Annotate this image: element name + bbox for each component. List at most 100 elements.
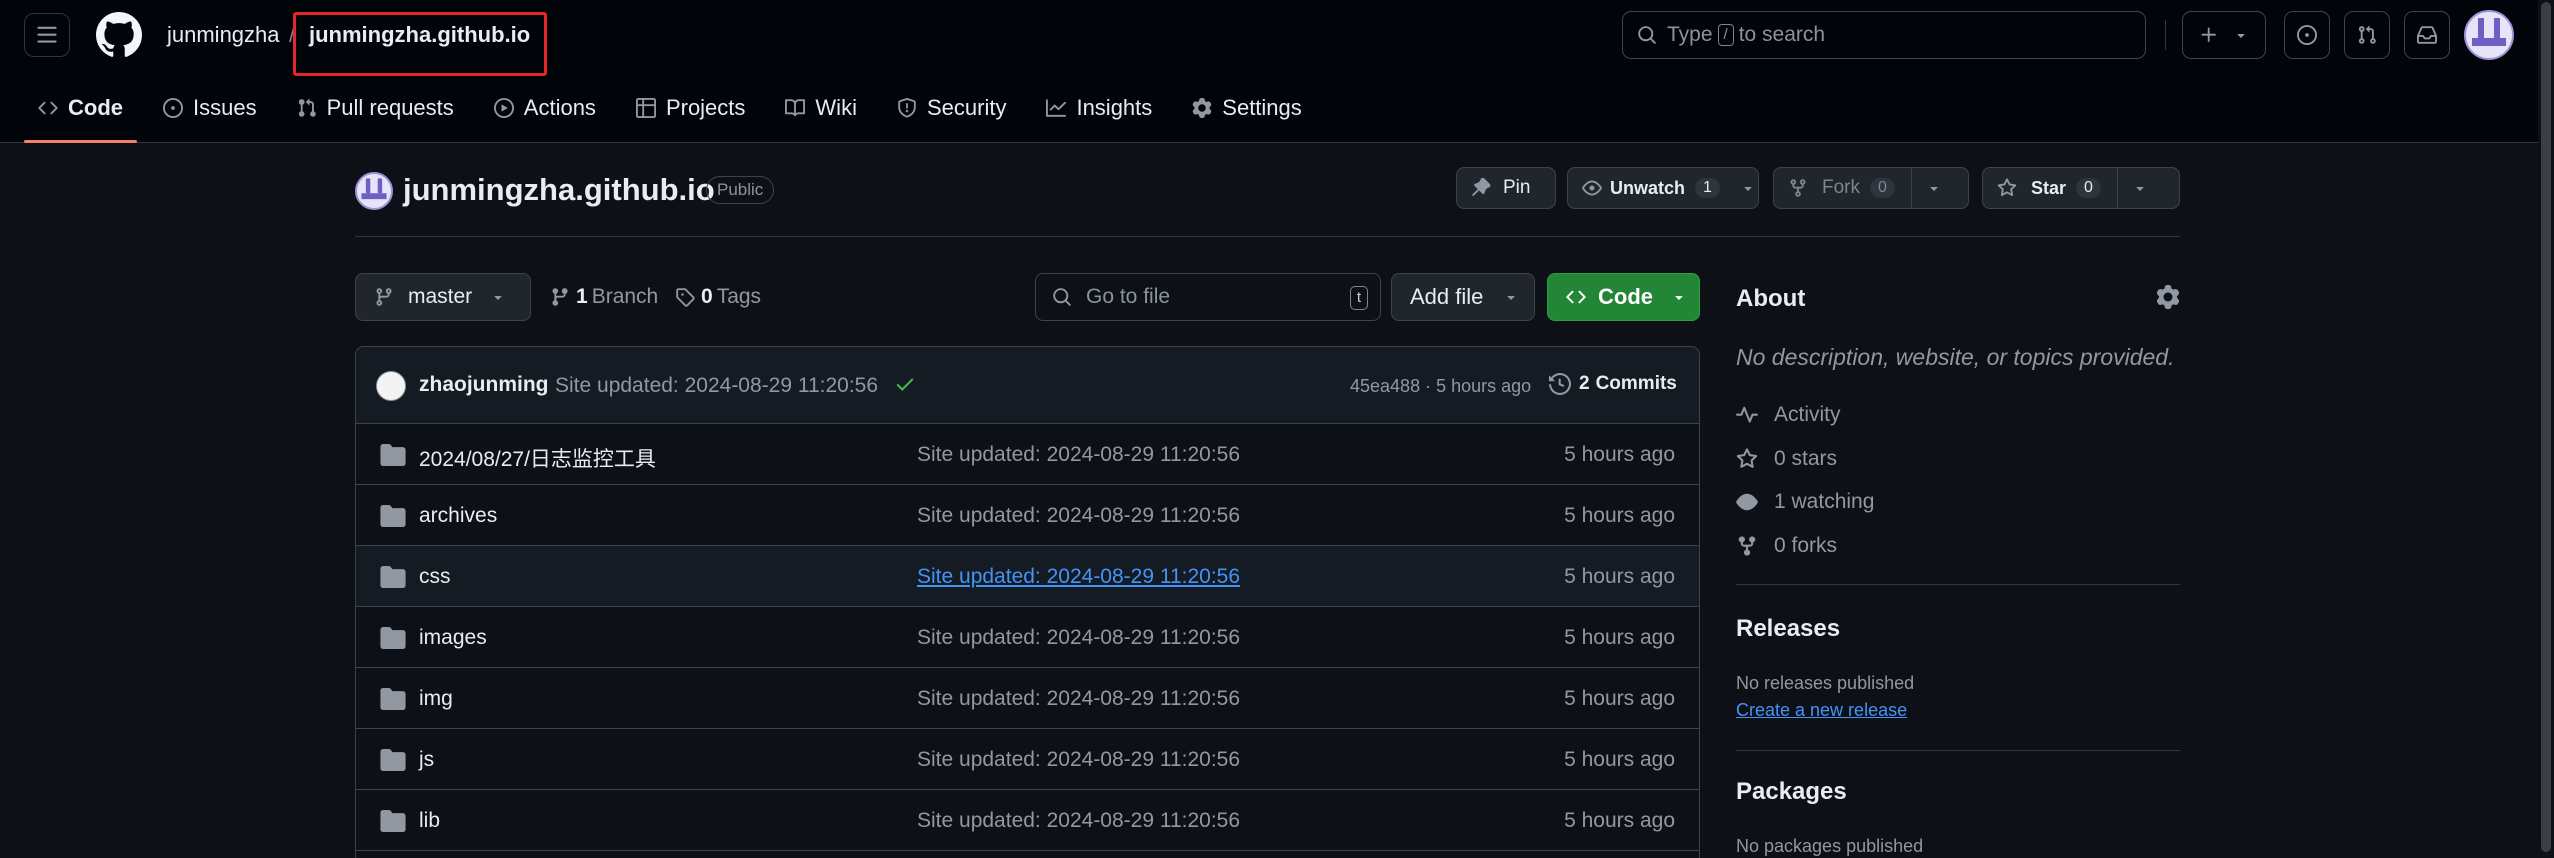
about-settings-button[interactable]: [2156, 285, 2180, 309]
commits-link[interactable]: 2 Commits: [1549, 373, 1677, 395]
tag-count: 0: [701, 285, 713, 308]
pull-requests-button[interactable]: [2344, 11, 2390, 59]
tab-issues[interactable]: Issues: [149, 88, 271, 128]
code-dropdown-button[interactable]: Code: [1547, 273, 1700, 321]
tab-settings[interactable]: Settings: [1178, 88, 1316, 128]
table-row[interactable]: images Site updated: 2024-08-29 11:20:56…: [356, 607, 1699, 668]
tab-wiki[interactable]: Wiki: [771, 88, 871, 128]
table-row[interactable]: 2024/08/27/日志监控工具 Site updated: 2024-08-…: [356, 424, 1699, 485]
file-commit-message[interactable]: Site updated: 2024-08-29 11:20:56: [917, 565, 1240, 589]
pin-button[interactable]: Pin: [1456, 167, 1556, 209]
file-commit-message[interactable]: Site updated: 2024-08-29 11:20:56: [917, 748, 1240, 772]
tags-link[interactable]: 0 Tags: [675, 285, 761, 309]
commit-hash-time[interactable]: 45ea488 · 5 hours ago: [1350, 376, 1531, 397]
star-label: Star: [2031, 177, 2067, 198]
tab-label: Settings: [1222, 95, 1302, 120]
check-icon[interactable]: [894, 373, 916, 395]
commit-author[interactable]: zhaojunming: [419, 373, 549, 397]
repo-title[interactable]: junmingzha.github.io: [403, 172, 715, 208]
github-logo-icon[interactable]: [96, 12, 142, 58]
file-commit-message[interactable]: Site updated: 2024-08-29 11:20:56: [917, 687, 1240, 711]
table-row[interactable]: css Site updated: 2024-08-29 11:20:56 5 …: [356, 546, 1699, 607]
no-packages-text: No packages published: [1736, 836, 1924, 856]
watching-label: 1 watching: [1774, 490, 1875, 513]
eye-icon: [1736, 493, 1758, 511]
star-dropdown[interactable]: [2118, 168, 2162, 208]
commit-label: Commits: [1595, 373, 1677, 394]
gear-icon: [1193, 98, 1212, 118]
file-name[interactable]: css: [419, 565, 451, 589]
commit-message[interactable]: Site updated: 2024-08-29 11:20:56: [555, 374, 878, 398]
table-row[interactable]: js Site updated: 2024-08-29 11:20:56 5 h…: [356, 729, 1699, 790]
activity-link[interactable]: Activity: [1736, 403, 1841, 427]
file-name[interactable]: 2024/08/27/日志监控工具: [419, 443, 656, 473]
global-header: junmingzha / junmingzha.github.io Type /…: [0, 0, 2554, 143]
packages-heading[interactable]: Packages: [1736, 778, 1847, 806]
table-row[interactable]: lib Site updated: 2024-08-29 11:20:56 5 …: [356, 790, 1699, 851]
file-commit-time: 5 hours ago: [1564, 809, 1675, 832]
create-release-link[interactable]: Create a new release: [1736, 700, 1907, 721]
tab-code[interactable]: Code: [24, 88, 137, 143]
folder-icon: [380, 444, 406, 466]
tab-insights[interactable]: Insights: [1032, 88, 1166, 128]
fork-dropdown[interactable]: [1912, 168, 1956, 208]
breadcrumb-owner[interactable]: junmingzha: [167, 22, 280, 48]
commit-author-avatar[interactable]: [376, 371, 406, 401]
watchers-link[interactable]: 1 watching: [1736, 490, 1874, 514]
latest-commit-bar: zhaojunming Site updated: 2024-08-29 11:…: [356, 347, 1699, 424]
star-button[interactable]: Star 0: [1982, 167, 2180, 209]
tab-pull-requests[interactable]: Pull requests: [283, 88, 468, 128]
star-icon: [1736, 448, 1758, 468]
create-new-button[interactable]: [2182, 11, 2266, 59]
tag-icon: [676, 288, 695, 307]
add-file-button[interactable]: Add file: [1391, 273, 1535, 321]
repo-owner-avatar[interactable]: [355, 172, 393, 210]
fork-button[interactable]: Fork 0: [1773, 167, 1969, 209]
no-releases-text: No releases published: [1736, 673, 1915, 693]
forks-link[interactable]: 0 forks: [1736, 534, 1837, 558]
file-name[interactable]: img: [419, 687, 453, 711]
chevron-down-icon: [1507, 296, 1516, 300]
folder-icon: [380, 627, 406, 649]
table-row[interactable]: archives Site updated: 2024-08-29 11:20:…: [356, 485, 1699, 546]
star-icon: [1997, 178, 2017, 197]
file-commit-message[interactable]: Site updated: 2024-08-29 11:20:56: [917, 809, 1240, 833]
file-commit-message[interactable]: Site updated: 2024-08-29 11:20:56: [917, 504, 1240, 528]
sidebar-divider: [1736, 584, 2180, 585]
tab-projects[interactable]: Projects: [622, 88, 759, 128]
shield-icon: [898, 98, 916, 118]
watch-counter: 1: [1695, 178, 1720, 198]
user-avatar[interactable]: [2464, 10, 2514, 60]
tab-actions[interactable]: Actions: [480, 88, 610, 128]
pulse-icon: [1736, 406, 1758, 423]
search-icon: [1053, 288, 1071, 306]
file-commit-message[interactable]: Site updated: 2024-08-29 11:20:56: [917, 443, 1240, 467]
file-name[interactable]: lib: [419, 809, 440, 833]
file-name[interactable]: js: [419, 748, 434, 772]
file-commit-time: 5 hours ago: [1564, 565, 1675, 588]
file-name[interactable]: images: [419, 626, 487, 650]
issues-button[interactable]: [2284, 11, 2330, 59]
scrollbar-thumb[interactable]: [2541, 2, 2551, 852]
inbox-icon: [2417, 26, 2437, 44]
tab-label: Pull requests: [326, 95, 454, 120]
go-to-file-input[interactable]: Go to file t: [1035, 273, 1381, 321]
file-name[interactable]: archives: [419, 504, 497, 528]
table-row[interactable]: img Site updated: 2024-08-29 11:20:56 5 …: [356, 668, 1699, 729]
go-to-file-placeholder: Go to file: [1086, 285, 1171, 308]
stars-link[interactable]: 0 stars: [1736, 447, 1837, 471]
file-commit-message[interactable]: Site updated: 2024-08-29 11:20:56: [917, 626, 1240, 650]
tab-security[interactable]: Security: [883, 88, 1020, 128]
releases-heading[interactable]: Releases: [1736, 615, 1840, 643]
file-commit-time: 5 hours ago: [1564, 748, 1675, 771]
branch-selector[interactable]: master: [355, 273, 531, 321]
issue-icon: [163, 98, 183, 118]
branches-link[interactable]: 1 Branch: [550, 285, 658, 309]
search-input[interactable]: Type / to search: [1622, 11, 2146, 59]
inbox-button[interactable]: [2404, 11, 2450, 59]
unwatch-dropdown[interactable]: [1730, 168, 1766, 208]
tab-label: Actions: [523, 95, 596, 120]
code-label: Code: [1598, 284, 1653, 309]
unwatch-button[interactable]: Unwatch 1: [1567, 167, 1759, 209]
menu-button[interactable]: [24, 13, 70, 57]
